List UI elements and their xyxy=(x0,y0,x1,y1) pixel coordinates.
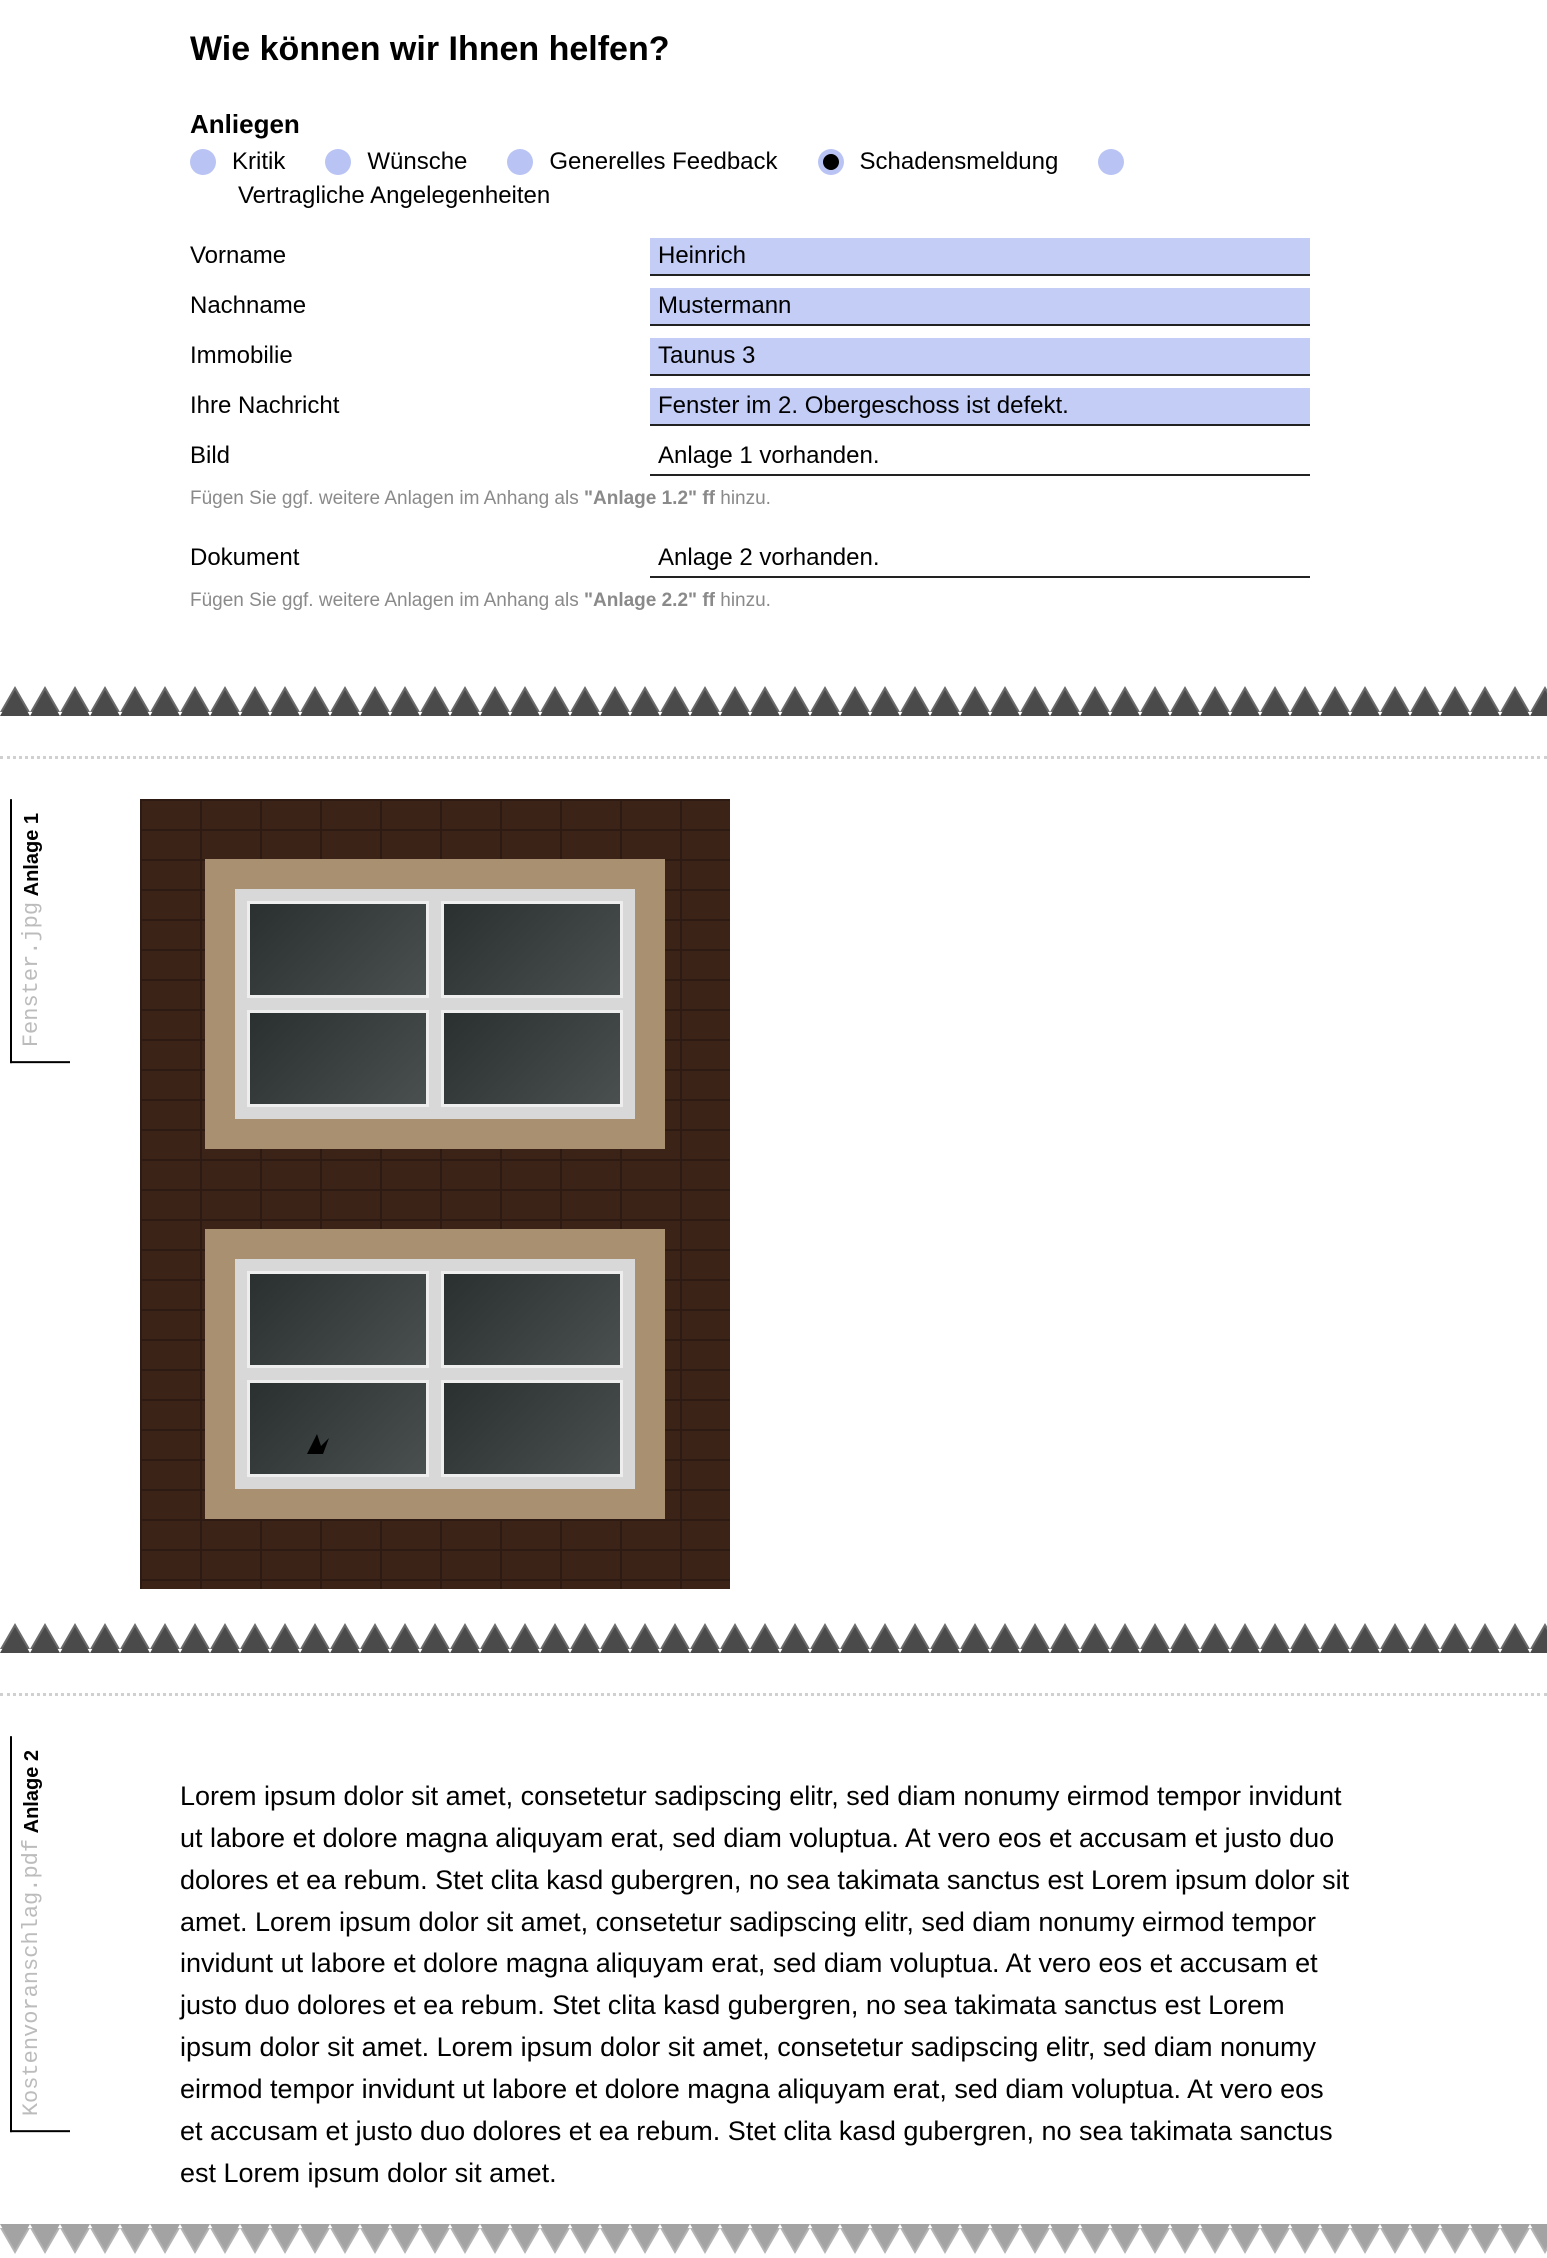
bild-hint: Fügen Sie ggf. weitere Anlagen im Anhang… xyxy=(190,488,1547,510)
page-tear-icon xyxy=(0,1619,1547,1653)
radio-icon xyxy=(190,149,216,175)
contact-form: Wie können wir Ihnen helfen? Anliegen Kr… xyxy=(0,0,1547,682)
anlage-2-filename: Kostenvoranschlag.pdf xyxy=(19,1839,44,2116)
radio-generelles[interactable]: Generelles Feedback xyxy=(507,148,777,176)
bild-label: Bild xyxy=(190,438,650,470)
anlage-1-tab: Fenster.jpg Anlage 1 xyxy=(10,799,70,1063)
immobilie-label: Immobilie xyxy=(190,338,650,370)
page-title: Wie können wir Ihnen helfen? xyxy=(190,30,1547,69)
page-tear-icon xyxy=(0,682,1547,716)
radio-vertrag-dot[interactable] xyxy=(1098,149,1140,175)
window-top xyxy=(205,859,665,1149)
nachricht-input[interactable]: Fenster im 2. Obergeschoss ist defekt. xyxy=(650,388,1310,426)
anlage-2-tab: Kostenvoranschlag.pdf Anlage 2 xyxy=(10,1736,70,2132)
dokument-hint: Fügen Sie ggf. weitere Anlagen im Anhang… xyxy=(190,590,1547,612)
anlage-2-body: Lorem ipsum dolor sit amet, consetetur s… xyxy=(140,1736,1350,2194)
radio-vertrag[interactable]: Vertragliche Angelegenheiten xyxy=(238,182,550,210)
anliegen-radio-group: Kritik Wünsche Generelles Feedback Schad… xyxy=(190,148,1270,216)
radio-label: Schadensmeldung xyxy=(860,148,1059,176)
nachricht-label: Ihre Nachricht xyxy=(190,388,650,420)
radio-schadensmeldung[interactable]: Schadensmeldung xyxy=(818,148,1059,176)
anlage-2-section: Kostenvoranschlag.pdf Anlage 2 Lorem ips… xyxy=(0,1706,1547,2224)
anlage-2-title: Anlage 2 xyxy=(21,1750,43,1833)
radio-icon xyxy=(325,149,351,175)
broken-glass-icon xyxy=(303,1428,333,1458)
radio-label: Kritik xyxy=(232,148,285,176)
window-bottom xyxy=(205,1229,665,1519)
anliegen-label: Anliegen xyxy=(190,109,1547,140)
anlage-1-title: Anlage 1 xyxy=(21,813,43,896)
page-tear-icon xyxy=(0,2224,1547,2258)
dokument-input[interactable]: Anlage 2 vorhanden. xyxy=(650,540,1310,578)
immobilie-input[interactable]: Taunus 3 xyxy=(650,338,1310,376)
radio-icon-selected xyxy=(818,149,844,175)
page-divider-dotted xyxy=(0,1693,1547,1696)
radio-label: Wünsche xyxy=(367,148,467,176)
nachname-label: Nachname xyxy=(190,288,650,320)
radio-kritik[interactable]: Kritik xyxy=(190,148,285,176)
anlage-1-image xyxy=(140,799,730,1589)
anlage-1-filename: Fenster.jpg xyxy=(19,902,44,1047)
nachname-input[interactable]: Mustermann xyxy=(650,288,1310,326)
dokument-label: Dokument xyxy=(190,540,650,572)
page-divider-dotted xyxy=(0,756,1547,759)
vorname-input[interactable]: Heinrich xyxy=(650,238,1310,276)
radio-wuensche[interactable]: Wünsche xyxy=(325,148,467,176)
bild-input[interactable]: Anlage 1 vorhanden. xyxy=(650,438,1310,476)
anlage-1-section: Fenster.jpg Anlage 1 xyxy=(0,769,1547,1619)
radio-label: Vertragliche Angelegenheiten xyxy=(238,182,550,210)
radio-icon xyxy=(1098,149,1124,175)
radio-label: Generelles Feedback xyxy=(549,148,777,176)
radio-icon xyxy=(507,149,533,175)
vorname-label: Vorname xyxy=(190,238,650,270)
